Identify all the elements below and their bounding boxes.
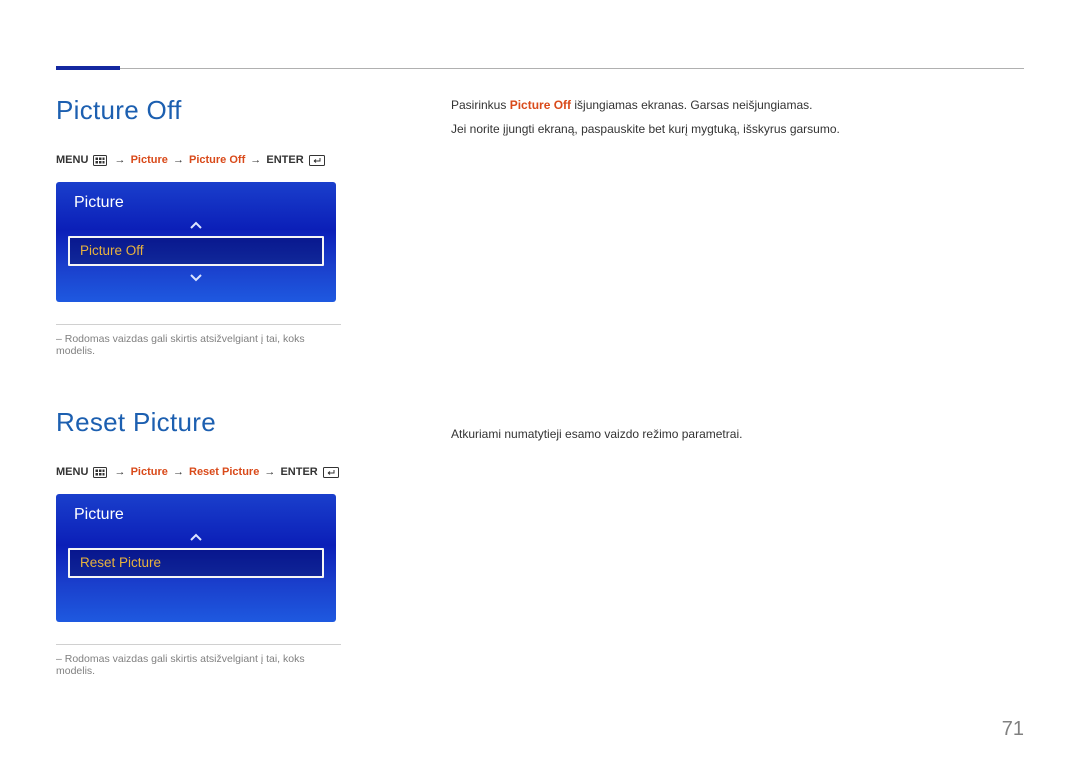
desc-highlight: Picture Off [510, 98, 571, 112]
nav-reset-picture: Reset Picture [189, 466, 259, 478]
nav-picture-off: Picture Off [189, 154, 245, 166]
nav-picture: Picture [131, 466, 168, 478]
nav-enter-label: ENTER [280, 466, 317, 478]
ui-header: Picture [68, 194, 324, 212]
ui-header: Picture [68, 506, 324, 524]
nav-arrow: → [264, 466, 275, 478]
section1-ui-preview: Picture Picture Off [56, 182, 336, 302]
page: Picture Off MENU → Picture → Picture Off… [0, 0, 1080, 763]
spacer [451, 144, 1024, 424]
left-column: Picture Off MENU → Picture → Picture Off… [56, 95, 341, 677]
enter-icon [323, 467, 339, 478]
spacer [56, 357, 341, 407]
chevron-up-icon [68, 218, 324, 232]
chevron-up-icon [68, 530, 324, 544]
section1-desc-line2: Jei norite įjungti ekraną, paspauskite b… [451, 119, 1024, 139]
section2-nav-path: MENU → Picture → Reset Picture → ENTER [56, 466, 341, 478]
desc-text: Pasirinkus [451, 98, 510, 112]
section2-desc: Atkuriami numatytieji esamo vaizdo režim… [451, 424, 1024, 444]
section2-title: Reset Picture [56, 407, 341, 438]
menu-icon [93, 155, 107, 166]
top-divider-accent [56, 66, 120, 70]
section2-ui-preview: Picture Reset Picture [56, 494, 336, 622]
nav-arrow: → [250, 154, 261, 166]
section1-title: Picture Off [56, 95, 341, 126]
ui-highlighted-item: Reset Picture [68, 548, 324, 578]
divider [56, 324, 341, 325]
page-number: 71 [1002, 718, 1024, 741]
ui-bottom-pad [68, 582, 324, 604]
nav-arrow: → [115, 466, 126, 478]
nav-arrow: → [115, 154, 126, 166]
section1-footnote: – Rodomas vaizdas gali skirtis atsižvelg… [56, 333, 341, 357]
section1-nav-path: MENU → Picture → Picture Off → ENTER [56, 154, 341, 166]
chevron-down-icon [68, 270, 324, 284]
right-column: Pasirinkus Picture Off išjungiamas ekran… [451, 95, 1024, 677]
section2-footnote: – Rodomas vaizdas gali skirtis atsižvelg… [56, 653, 341, 677]
desc-text: išjungiamas ekranas. Garsas neišjungiama… [571, 98, 812, 112]
divider [56, 644, 341, 645]
nav-picture: Picture [131, 154, 168, 166]
ui-highlighted-item: Picture Off [68, 236, 324, 266]
section1-desc: Pasirinkus Picture Off išjungiamas ekran… [451, 95, 1024, 115]
top-divider [56, 68, 1024, 69]
content-columns: Picture Off MENU → Picture → Picture Off… [56, 95, 1024, 677]
nav-enter-label: ENTER [266, 154, 303, 166]
nav-menu-label: MENU [56, 466, 88, 478]
nav-menu-label: MENU [56, 154, 88, 166]
nav-arrow: → [173, 466, 184, 478]
enter-icon [309, 155, 325, 166]
menu-icon [93, 467, 107, 478]
nav-arrow: → [173, 154, 184, 166]
